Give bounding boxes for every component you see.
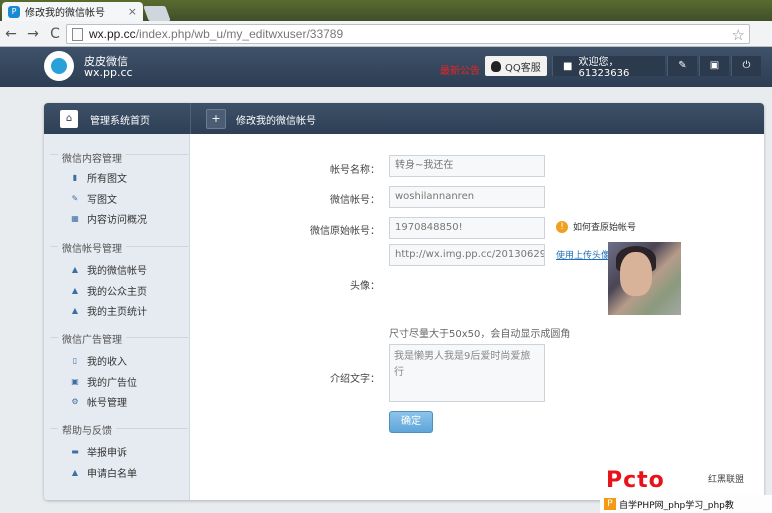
home-icon[interactable]: ⌂	[60, 110, 78, 128]
app-header: 皮皮微信 wx.pp.cc 最新公告 QQ客服 ■ 欢迎您，61323636 ✎…	[0, 47, 772, 87]
confirm-button[interactable]: 确定	[389, 411, 433, 433]
main-panel: ⌂ 管理系统首页 + 修改我的微信帐号 微信内容管理 ▮ 所有图文 ✎ 写图文 ▦ 内…	[44, 103, 764, 500]
tab-close-icon[interactable]: ×	[128, 5, 137, 18]
sidebar-item-ad-slots[interactable]: ▣ 我的广告位	[70, 374, 137, 389]
brand-logo-icon[interactable]	[44, 51, 74, 81]
php-icon: P	[604, 498, 616, 510]
brand-url: wx.pp.cc	[84, 66, 133, 79]
wechat-id-label: 微信帐号：	[330, 195, 380, 206]
home-link[interactable]: 管理系统首页	[90, 112, 150, 127]
add-icon[interactable]: +	[206, 109, 226, 129]
avatar-url-input[interactable]: http://wx.img.pp.cc/20130629/	[389, 244, 545, 266]
upload-avatar-link[interactable]: 使用上传头像	[556, 248, 610, 261]
edit-form: 帐号名称： 转身~我还在 微信帐号： woshilannanren 微信原始帐号…	[190, 134, 764, 500]
sidebar-item-all-posts[interactable]: ▮ 所有图文	[70, 170, 127, 185]
browser-toolbar: ← → C wx.pp.cc/index.php/wb_u/my_editwxu…	[0, 21, 772, 47]
original-id-input[interactable]: 1970848850!	[389, 217, 545, 239]
sidebar: 微信内容管理 ▮ 所有图文 ✎ 写图文 ▦ 内容访问概况 微信帐号管理 ▲ 我的微信帐号…	[44, 134, 190, 500]
bookmark-star-icon[interactable]: ☆	[732, 26, 745, 44]
qq-penguin-icon	[491, 60, 501, 72]
users-icon: ▲	[71, 306, 79, 315]
browser-tab[interactable]: P 修改我的微信帐号 ×	[2, 2, 143, 21]
back-button[interactable]: ←	[0, 26, 22, 42]
qq-service-button[interactable]: QQ客服	[485, 56, 547, 76]
user-icon: ▲	[71, 468, 79, 477]
sidebar-item-account-management[interactable]: ⚙ 帐号管理	[70, 394, 127, 409]
watermark-side-text: 红黑联盟	[708, 475, 745, 485]
address-bar[interactable]: wx.pp.cc/index.php/wb_u/my_editwxuser/33…	[66, 24, 750, 44]
account-name-input[interactable]: 转身~我还在	[389, 155, 545, 177]
power-logout-icon[interactable]: ⏻	[731, 56, 761, 76]
page-icon	[72, 27, 83, 41]
intro-textarea[interactable]: 我是懒男人我是9后爱时尚爱旅行	[389, 344, 545, 402]
sidebar-item-home-stats[interactable]: ▲ 我的主页统计	[70, 303, 147, 318]
avatar-preview-image	[608, 242, 681, 315]
ad-slot-icon: ▣	[71, 377, 79, 386]
new-tab-button[interactable]	[143, 6, 171, 21]
users-icon: ▲	[71, 286, 79, 295]
watermark-bar: P 自学PHP网_php学习_php教	[600, 495, 772, 513]
tab-title: 修改我的微信帐号	[25, 8, 105, 19]
reload-button[interactable]: C	[44, 26, 66, 42]
original-id-help[interactable]: ! 如何查原始帐号	[556, 220, 636, 233]
original-id-label: 微信原始帐号：	[310, 226, 380, 237]
watermark: Pcto 红黑联盟 P 自学PHP网_php学习_php教	[600, 468, 772, 513]
qq-service-label: QQ客服	[505, 62, 541, 74]
save-icon[interactable]: ▣	[699, 56, 729, 76]
panel-header: ⌂ 管理系统首页 + 修改我的微信帐号	[44, 103, 764, 134]
notice-link[interactable]: 最新公告	[440, 62, 480, 77]
comment-icon: ▬	[71, 447, 79, 456]
pencil-icon: ✎	[71, 194, 79, 203]
sidebar-group-title: 微信内容管理	[58, 150, 126, 165]
watermark-bar-text: 自学PHP网_php学习_php教	[619, 500, 734, 511]
browser-tabstrip: P 修改我的微信帐号 ×	[0, 0, 772, 21]
sidebar-item-report-appeal[interactable]: ▬ 举报申诉	[70, 444, 127, 459]
sidebar-group-title: 微信广告管理	[58, 331, 126, 346]
welcome-user[interactable]: ■ 欢迎您，61323636	[552, 56, 665, 79]
account-name-label: 帐号名称：	[330, 165, 380, 176]
income-icon: ▯	[72, 356, 78, 365]
url-text: wx.pp.cc/index.php/wb_u/my_editwxuser/33…	[89, 27, 344, 41]
avatar-face	[620, 252, 652, 296]
welcome-text: 欢迎您，61323636	[578, 57, 630, 79]
sidebar-item-public-home[interactable]: ▲ 我的公众主页	[70, 283, 147, 298]
site-favicon-icon: P	[8, 5, 20, 18]
warning-icon: !	[556, 220, 568, 233]
sidebar-item-whitelist-request[interactable]: ▲ 申请白名单	[70, 465, 137, 480]
gear-icon: ⚙	[71, 397, 79, 406]
wechat-id-input[interactable]: woshilannanren	[389, 186, 545, 208]
page-title: 修改我的微信帐号	[236, 116, 316, 127]
user-icon: ■	[563, 60, 573, 72]
sidebar-item-my-wechat-account[interactable]: ▲ 我的微信帐号	[70, 262, 147, 277]
document-icon: ▮	[72, 173, 78, 182]
edit-profile-icon[interactable]: ✎	[667, 56, 697, 76]
intro-label: 介绍文字：	[330, 374, 380, 385]
avatar-size-note: 尺寸尽量大于50x50，会自动显示成圆角	[389, 329, 571, 340]
forward-button[interactable]: →	[22, 26, 44, 42]
sidebar-group-title: 帮助与反馈	[58, 422, 116, 437]
sidebar-group-title: 微信帐号管理	[58, 240, 126, 255]
sidebar-item-content-stats[interactable]: ▦ 内容访问概况	[70, 211, 147, 226]
sidebar-item-write-post[interactable]: ✎ 写图文	[70, 191, 117, 206]
watermark-logo: Pcto	[606, 468, 665, 493]
avatar-label: 头像：	[350, 281, 380, 292]
header-divider	[190, 103, 191, 134]
chart-icon: ▦	[71, 214, 79, 223]
users-icon: ▲	[71, 265, 79, 274]
sidebar-item-my-income[interactable]: ▯ 我的收入	[70, 353, 127, 368]
